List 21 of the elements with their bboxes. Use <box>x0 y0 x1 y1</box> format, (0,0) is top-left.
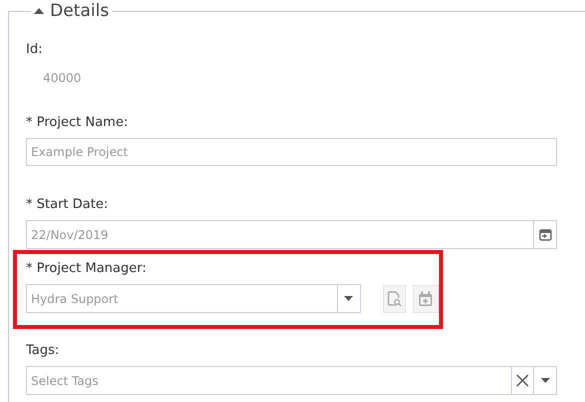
id-value: 40000 <box>42 70 82 85</box>
tags-placeholder: Select Tags <box>30 372 100 390</box>
document-search-icon <box>386 291 402 307</box>
calendar-icon <box>538 228 552 241</box>
field-label: * Project Manager: <box>26 260 148 278</box>
tags-field[interactable]: Select Tags <box>26 366 557 395</box>
start-date-field[interactable]: 22/Nov/2019 <box>26 220 557 249</box>
project-manager-select[interactable]: Hydra Support <box>26 284 360 313</box>
date-value: 22/Nov/2019 <box>30 226 110 244</box>
field-label: * Start Date: <box>26 196 109 214</box>
project-name-field[interactable]: Example Project <box>26 138 557 166</box>
close-icon <box>516 374 529 387</box>
field-label: * Project Name: <box>26 114 129 132</box>
calendar-plus-icon <box>418 291 434 307</box>
dropdown-arrow-icon <box>344 296 353 301</box>
field-label: Id: <box>26 41 44 59</box>
collapse-caret-icon[interactable] <box>34 8 44 14</box>
section-title: Details <box>50 0 109 22</box>
dropdown-arrow-icon <box>540 378 550 383</box>
selected-value: Hydra Support <box>30 290 120 308</box>
field-label: Tags: <box>26 342 60 360</box>
